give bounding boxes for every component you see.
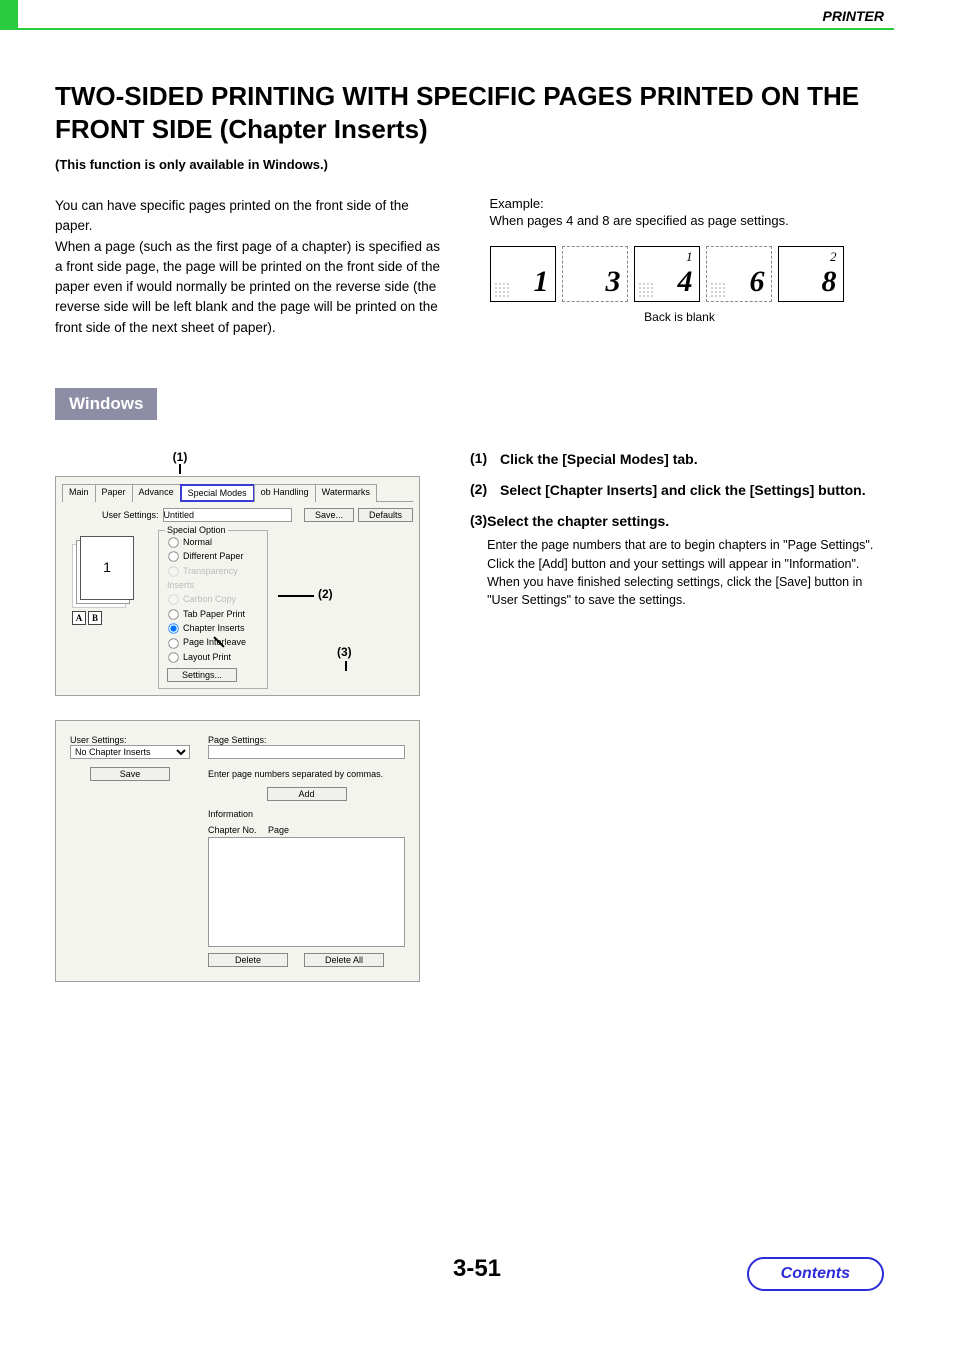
- settings-button[interactable]: Settings...: [167, 668, 237, 682]
- print-dialog: Main Paper Advance Special Modes ob Hand…: [55, 476, 420, 697]
- preview-pane: A B: [62, 530, 152, 625]
- chapter-no-header: Chapter No.: [208, 825, 268, 835]
- halftone-icon: [710, 282, 726, 298]
- tab-advance[interactable]: Advance: [132, 484, 181, 502]
- radio-tab-paper[interactable]: Tab Paper Print: [167, 607, 259, 621]
- page-number-glyph: 8: [822, 267, 837, 297]
- defaults-button[interactable]: Defaults: [358, 508, 413, 522]
- page-number-glyph: 6: [750, 267, 765, 297]
- tab-bar: Main Paper Advance Special Modes ob Hand…: [62, 483, 413, 502]
- tab-paper[interactable]: Paper: [95, 484, 133, 502]
- page-header: Page: [268, 825, 289, 835]
- chapter-settings-dialog: User Settings: No Chapter Inserts Save P…: [55, 720, 420, 982]
- diagram-page: 1 4: [634, 246, 700, 302]
- tab-watermarks[interactable]: Watermarks: [315, 484, 377, 502]
- radio-transparency: Transparency Inserts: [167, 564, 259, 593]
- availability-note: (This function is only available in Wind…: [55, 157, 884, 172]
- page-diagram: 1 3 1 4 6 2 8: [490, 246, 885, 302]
- tab-job-handling[interactable]: ob Handling: [254, 484, 316, 502]
- halftone-icon: [638, 282, 654, 298]
- callout-line: [278, 595, 314, 597]
- tab-special-modes[interactable]: Special Modes: [180, 484, 255, 502]
- page-number-glyph: 3: [606, 267, 621, 297]
- chapter-preset-select[interactable]: No Chapter Inserts: [70, 745, 190, 759]
- os-badge: Windows: [55, 388, 157, 420]
- page-number-glyph: 4: [678, 267, 693, 297]
- page-number: 3-51: [453, 1255, 501, 1283]
- callout-1: (1): [160, 450, 200, 464]
- back-blank-label: Back is blank: [490, 310, 870, 324]
- contents-button[interactable]: Contents: [747, 1257, 884, 1291]
- page-settings-input[interactable]: [208, 745, 405, 759]
- callout-tick: [345, 661, 347, 671]
- group-legend: Special Option: [165, 525, 228, 535]
- accent-rule: [18, 28, 894, 30]
- radio-normal[interactable]: Normal: [167, 535, 259, 549]
- save-button[interactable]: Save...: [304, 508, 354, 522]
- radio-layout-print[interactable]: Layout Print: [167, 650, 259, 664]
- halftone-icon: [494, 282, 510, 298]
- instruction-steps: (1) Click the [Special Modes] tab. (2) S…: [470, 450, 884, 621]
- section-header: PRINTER: [823, 8, 884, 24]
- intro-text: You can have specific pages printed on t…: [55, 196, 450, 338]
- orientation-a-icon[interactable]: A: [72, 611, 86, 625]
- callout-tick: [179, 464, 181, 474]
- step-body: Enter the page numbers that are to begin…: [487, 536, 884, 609]
- diagram-page: 2 8: [778, 246, 844, 302]
- diagram-page: 1: [490, 246, 556, 302]
- corner-num: 2: [830, 249, 837, 265]
- sheet-icon: [80, 536, 134, 600]
- information-list: [208, 837, 405, 947]
- user-settings-label-2: User Settings:: [70, 735, 190, 745]
- corner-num: 1: [686, 249, 693, 265]
- page-title: TWO-SIDED PRINTING WITH SPECIFIC PAGES P…: [55, 80, 884, 145]
- save-button-2[interactable]: Save: [90, 767, 170, 781]
- accent-bar: [0, 0, 18, 30]
- step-number: (2): [470, 481, 500, 500]
- tab-main[interactable]: Main: [62, 484, 96, 502]
- diagram-page: 3: [562, 246, 628, 302]
- delete-all-button[interactable]: Delete All: [304, 953, 384, 967]
- step-number: (3): [470, 512, 487, 609]
- delete-button[interactable]: Delete: [208, 953, 288, 967]
- step-title: Select [Chapter Inserts] and click the […: [500, 481, 866, 500]
- callout-2: (2): [318, 587, 333, 601]
- special-option-group: Special Option Normal Different Paper Tr…: [158, 530, 268, 690]
- step-title: Click the [Special Modes] tab.: [500, 450, 698, 469]
- example-label: Example:: [490, 196, 885, 211]
- example-desc: When pages 4 and 8 are specified as page…: [490, 213, 885, 228]
- step-title: Select the chapter settings.: [487, 512, 884, 531]
- page-settings-hint: Enter page numbers separated by commas.: [208, 769, 405, 779]
- radio-chapter-inserts[interactable]: Chapter Inserts: [167, 621, 259, 635]
- diagram-page: 6: [706, 246, 772, 302]
- page-number-glyph: 1: [534, 267, 549, 297]
- callout-3: (3): [337, 645, 352, 659]
- add-button[interactable]: Add: [267, 787, 347, 801]
- radio-carbon-copy: Carbon Copy: [167, 592, 259, 606]
- page-settings-label: Page Settings:: [208, 735, 405, 745]
- user-settings-input[interactable]: [163, 508, 292, 522]
- information-label: Information: [208, 809, 405, 819]
- user-settings-label: User Settings:: [102, 510, 159, 520]
- radio-different-paper[interactable]: Different Paper: [167, 549, 259, 563]
- orientation-b-icon[interactable]: B: [88, 611, 102, 625]
- step-number: (1): [470, 450, 500, 469]
